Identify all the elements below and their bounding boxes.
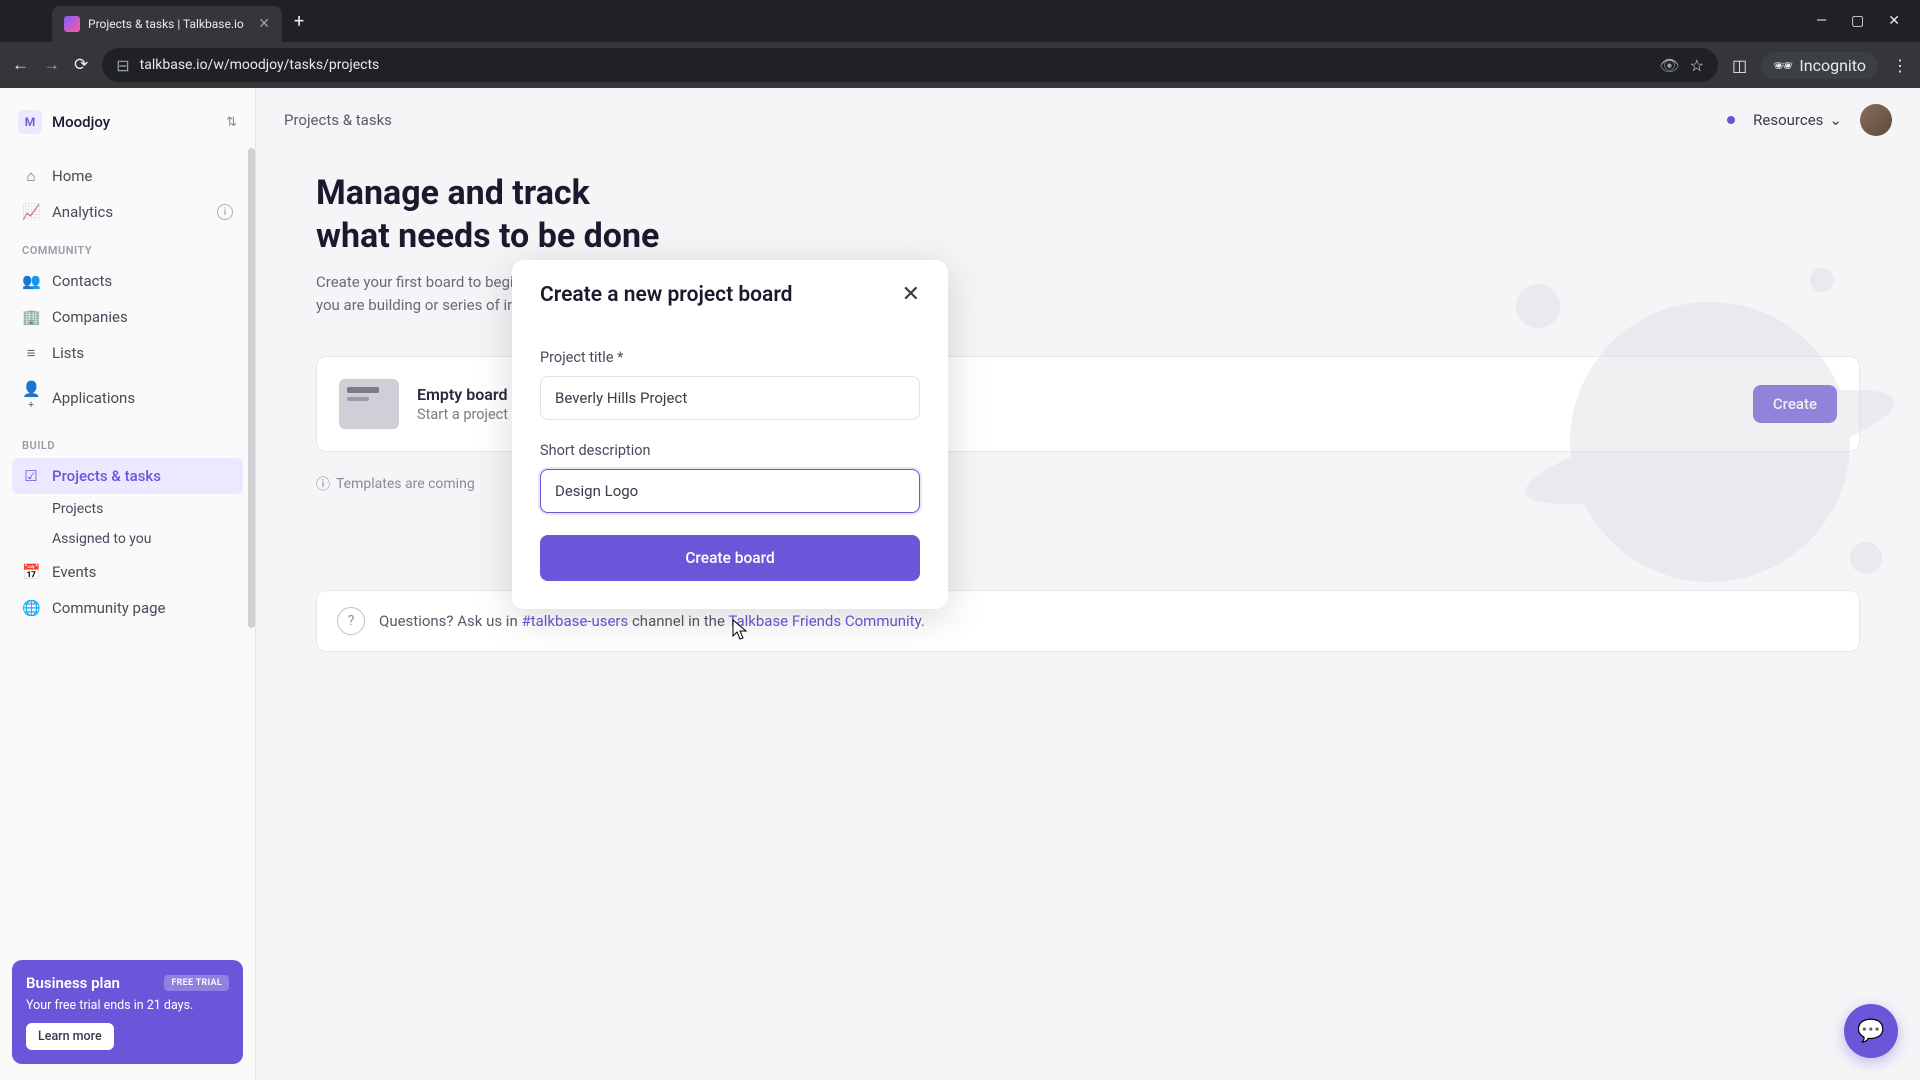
sidebar-item-applications[interactable]: 👤⁺ Applications	[12, 371, 243, 425]
create-board-button[interactable]: Create board	[540, 535, 920, 581]
contacts-icon: 👥	[22, 272, 40, 290]
board-thumb-icon	[339, 379, 399, 429]
site-info-icon[interactable]: ⊟	[116, 56, 129, 75]
chevron-down-icon: ⌄	[1829, 111, 1842, 129]
sidebar-item-contacts[interactable]: 👥 Contacts	[12, 263, 243, 299]
eye-off-icon[interactable]: 👁	[1659, 56, 1679, 75]
url-text: talkbase.io/w/moodjoy/tasks/projects	[140, 57, 1650, 73]
incognito-icon: 🕶	[1773, 56, 1793, 75]
sidebar-item-lists[interactable]: ≡ Lists	[12, 335, 243, 371]
modal-title: Create a new project board	[540, 283, 793, 307]
maximize-icon[interactable]: ▢	[1851, 13, 1864, 29]
reload-icon[interactable]: ⟳	[74, 55, 88, 75]
close-window-icon[interactable]: ✕	[1888, 13, 1900, 29]
new-tab-button[interactable]: +	[294, 11, 304, 32]
help-text: Questions? Ask us in #talkbase-users cha…	[379, 612, 925, 630]
app: M Moodjoy ⇅ ⌂ Home 📈 Analytics i COMMUNI…	[0, 88, 1920, 1080]
sidebar-item-events[interactable]: 📅 Events	[12, 554, 243, 590]
forward-icon[interactable]: →	[43, 55, 60, 75]
section-community: COMMUNITY	[12, 230, 243, 263]
sidebar-item-projects-tasks[interactable]: ☑ Projects & tasks	[12, 458, 243, 494]
workspace-switcher[interactable]: M Moodjoy ⇅	[12, 104, 243, 140]
list-icon: ≡	[22, 344, 40, 362]
sidebar-item-community-page[interactable]: 🌐 Community page	[12, 590, 243, 626]
close-icon[interactable]: ✕	[902, 282, 920, 307]
trial-badge: FREE TRIAL	[164, 975, 229, 991]
info-circle-icon: ⓘ	[316, 474, 330, 494]
chat-icon: 💬	[1857, 1019, 1884, 1044]
sidebar-item-companies[interactable]: 🏢 Companies	[12, 299, 243, 335]
sidebar-item-home[interactable]: ⌂ Home	[12, 158, 243, 194]
section-build: BUILD	[12, 425, 243, 458]
create-board-modal: Create a new project board ✕ Project tit…	[512, 260, 948, 609]
question-icon: ?	[337, 607, 365, 635]
user-plus-icon: 👤⁺	[22, 380, 40, 416]
url-field[interactable]: ⊟ talkbase.io/w/moodjoy/tasks/projects 👁…	[102, 48, 1718, 82]
short-description-label: Short description	[540, 442, 920, 459]
chat-fab[interactable]: 💬	[1844, 1004, 1898, 1058]
incognito-badge[interactable]: 🕶 Incognito	[1761, 52, 1878, 79]
trial-card: Business plan FREE TRIAL Your free trial…	[12, 960, 243, 1064]
workspace-badge: M	[18, 110, 42, 134]
sidebar-sub-projects[interactable]: Projects	[12, 494, 243, 524]
project-title-label: Project title *	[540, 349, 920, 366]
trial-title: Business plan	[26, 974, 120, 992]
bookmark-icon[interactable]: ☆	[1690, 56, 1704, 75]
sidebar-sub-assigned[interactable]: Assigned to you	[12, 524, 243, 554]
page-title: Manage and trackwhat needs to be done	[316, 172, 1860, 257]
tab-bar: Projects & tasks | Talkbase.io ✕ + — ▢ ✕	[0, 0, 1920, 42]
url-bar: ← → ⟳ ⊟ talkbase.io/w/moodjoy/tasks/proj…	[0, 42, 1920, 88]
project-title-input[interactable]	[540, 376, 920, 420]
help-link-channel[interactable]: #talkbase-users	[521, 612, 628, 630]
help-link-community[interactable]: Talkbase Friends Community	[728, 612, 921, 630]
resources-dropdown[interactable]: Resources ⌄	[1753, 111, 1842, 129]
chevron-updown-icon: ⇅	[226, 115, 237, 130]
back-icon[interactable]: ←	[12, 55, 29, 75]
window-controls: — ▢ ✕	[1816, 13, 1912, 29]
browser-chrome: Projects & tasks | Talkbase.io ✕ + — ▢ ✕…	[0, 0, 1920, 88]
checkbox-icon: ☑	[22, 467, 40, 485]
breadcrumb: Projects & tasks	[284, 111, 392, 129]
learn-more-button[interactable]: Learn more	[26, 1023, 114, 1050]
short-description-input[interactable]	[540, 469, 920, 513]
main: Projects & tasks Resources ⌄ Manage and …	[256, 88, 1920, 1080]
topbar: Projects & tasks Resources ⌄	[256, 88, 1920, 152]
create-button[interactable]: Create	[1753, 385, 1837, 423]
home-icon: ⌂	[22, 167, 40, 185]
sidebar-item-analytics[interactable]: 📈 Analytics i	[12, 194, 243, 230]
status-dot-icon	[1727, 116, 1735, 124]
avatar[interactable]	[1860, 104, 1892, 136]
menu-icon[interactable]: ⋮	[1892, 56, 1908, 75]
sidebar: M Moodjoy ⇅ ⌂ Home 📈 Analytics i COMMUNI…	[0, 88, 256, 1080]
content: Manage and trackwhat needs to be done Cr…	[256, 152, 1920, 672]
building-icon: 🏢	[22, 308, 40, 326]
calendar-icon: 📅	[22, 563, 40, 581]
globe-icon: 🌐	[22, 599, 40, 617]
favicon-icon	[64, 16, 80, 32]
info-icon[interactable]: i	[217, 204, 233, 220]
workspace-name: Moodjoy	[52, 113, 216, 131]
tab-title: Projects & tasks | Talkbase.io	[88, 17, 250, 31]
minimize-icon[interactable]: —	[1816, 13, 1827, 29]
browser-tab[interactable]: Projects & tasks | Talkbase.io ✕	[52, 6, 282, 42]
tab-close-icon[interactable]: ✕	[258, 16, 270, 32]
side-panel-icon[interactable]: ◫	[1732, 56, 1747, 75]
chart-icon: 📈	[22, 203, 40, 221]
trial-text: Your free trial ends in 21 days.	[26, 998, 229, 1013]
